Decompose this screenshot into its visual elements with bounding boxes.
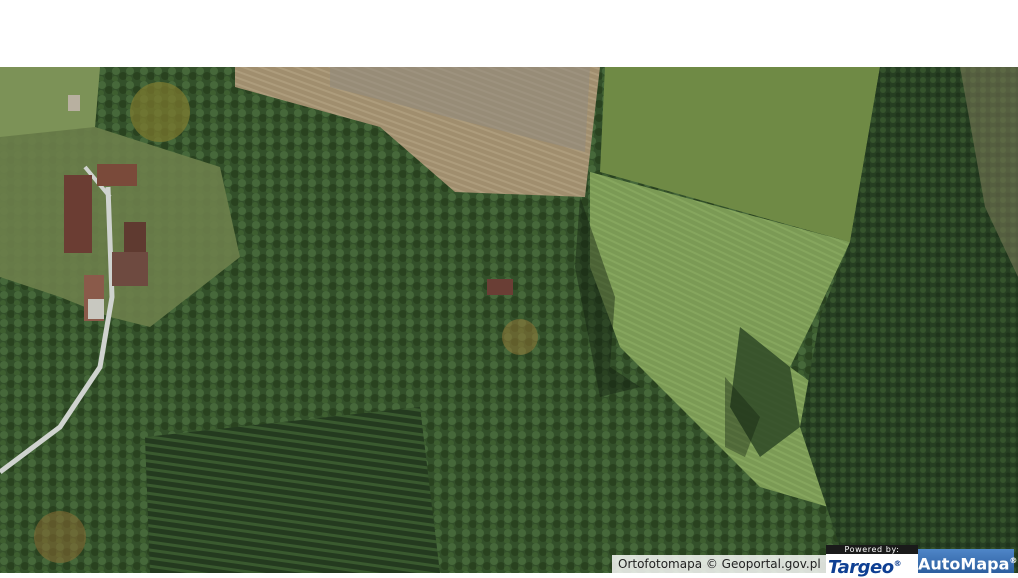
building-house bbox=[97, 164, 137, 186]
building-outbuilding bbox=[112, 252, 148, 286]
targeo-wordmark: Targeo® bbox=[828, 554, 916, 577]
automapa-logo[interactable]: AutoMapa® bbox=[918, 549, 1018, 574]
registered-mark: ® bbox=[893, 559, 902, 568]
autumn-trees bbox=[130, 82, 190, 142]
map-viewport[interactable] bbox=[0, 67, 1018, 573]
building-roof-light bbox=[88, 299, 104, 319]
powered-by-label: Powered by: bbox=[826, 545, 918, 554]
map-attribution: Ortofotomapa © Geoportal.gov.pl bbox=[612, 555, 827, 573]
targeo-text: Targeo bbox=[828, 557, 894, 578]
building-barn bbox=[64, 175, 92, 253]
automapa-text: AutoMapa bbox=[918, 554, 1010, 574]
top-blank-area bbox=[0, 0, 1018, 67]
building-shed bbox=[124, 222, 146, 254]
autumn-trees bbox=[502, 319, 538, 355]
hut bbox=[68, 95, 80, 111]
registered-mark: ® bbox=[1009, 556, 1018, 565]
targeo-logo[interactable]: Powered by: Targeo® bbox=[826, 545, 918, 577]
autumn-trees bbox=[34, 511, 86, 563]
pasture-top-left bbox=[0, 67, 100, 137]
building-forest-house bbox=[487, 279, 513, 295]
orthophoto-image bbox=[0, 67, 1018, 573]
